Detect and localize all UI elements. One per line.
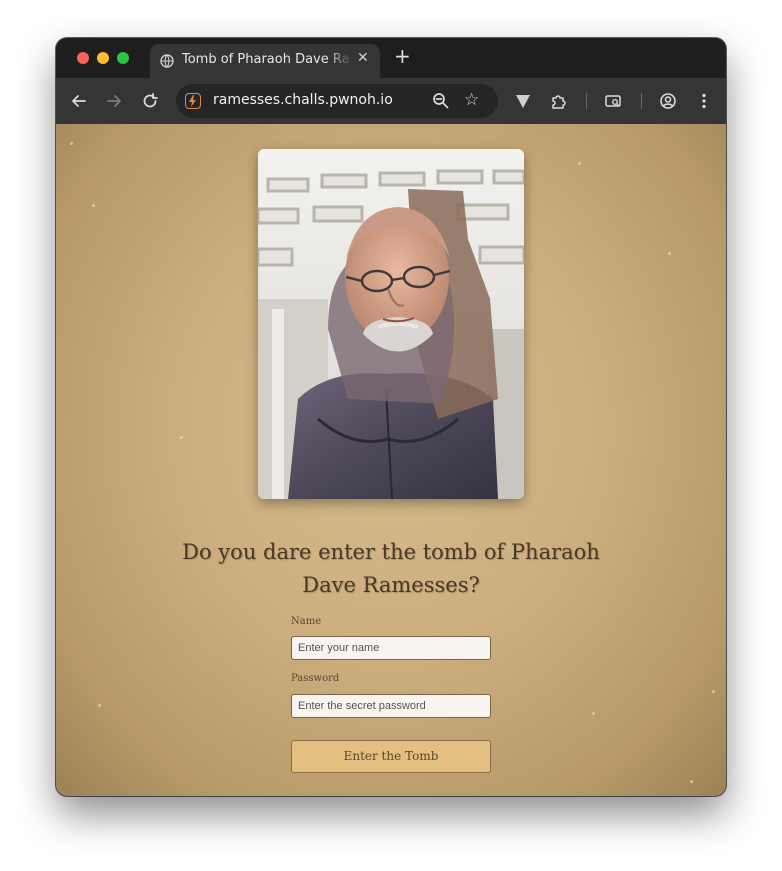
name-label: Name [291, 616, 322, 627]
enter-tomb-button[interactable]: Enter the Tomb [291, 740, 491, 773]
sparkle [92, 204, 95, 207]
back-icon[interactable] [70, 92, 88, 110]
extensions-icon[interactable] [550, 92, 568, 110]
password-input[interactable] [291, 694, 491, 718]
tab-title: Tomb of Pharaoh Dave Ramesses [182, 52, 352, 67]
pharaoh-statue-image [258, 149, 524, 499]
profile-icon[interactable] [659, 92, 677, 110]
minimize-window-button[interactable] [97, 52, 109, 64]
close-icon[interactable]: ✕ [357, 50, 369, 66]
vivaldi-icon[interactable] [514, 92, 532, 110]
reload-icon[interactable] [141, 92, 159, 110]
tab-search-icon[interactable] [604, 92, 622, 110]
zoom-window-button[interactable] [117, 52, 129, 64]
sparkle [98, 704, 101, 707]
password-label: Password [291, 673, 340, 684]
page-content: Do you dare enter the tomb of Pharaoh Da… [56, 124, 726, 796]
name-input[interactable] [291, 636, 491, 660]
plus-icon[interactable]: + [394, 46, 411, 66]
sparkle [180, 436, 183, 439]
sparkle [578, 162, 581, 165]
address-bar[interactable]: ramesses.challs.pwnoh.io ☆ [176, 84, 498, 118]
sparkle [690, 780, 693, 783]
sparkle [668, 252, 671, 255]
sparkle [712, 690, 715, 693]
tab-active[interactable]: Tomb of Pharaoh Dave Ramesses ✕ [150, 44, 380, 78]
site-info-icon[interactable] [185, 93, 201, 109]
page-title: Do you dare enter the tomb of Pharaoh Da… [182, 540, 600, 597]
toolbar-separator [586, 93, 587, 109]
tab-bar: Tomb of Pharaoh Dave Ramesses ✕ + [56, 38, 726, 78]
toolbar-separator [641, 93, 642, 109]
zoom-icon[interactable] [432, 92, 449, 109]
globe-icon [160, 54, 174, 68]
close-window-button[interactable] [77, 52, 89, 64]
toolbar: ramesses.challs.pwnoh.io ☆ [56, 78, 726, 124]
forward-icon[interactable] [105, 92, 123, 110]
url-text[interactable]: ramesses.challs.pwnoh.io [213, 92, 393, 108]
sparkle [70, 142, 73, 145]
browser-window: Tomb of Pharaoh Dave Ramesses ✕ + ramess… [56, 38, 726, 796]
menu-icon[interactable] [695, 92, 713, 110]
sparkle [592, 712, 595, 715]
star-icon[interactable]: ☆ [464, 90, 479, 110]
